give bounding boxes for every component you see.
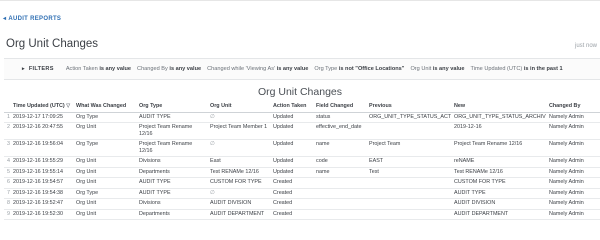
column-header-previous[interactable]: Previous <box>366 101 451 113</box>
table-row: 5 2019-12-16 19:55:14 Org Unit Departmen… <box>4 167 600 179</box>
filter-action-taken[interactable]: Action Taken is any value <box>66 66 131 72</box>
column-header-new[interactable]: New <box>451 101 546 113</box>
column-header-org-type[interactable]: Org Type <box>136 101 207 113</box>
filters-toggle-button[interactable]: ▸ FILTERS <box>4 66 66 72</box>
table-header-row: Time Updated (UTC) ▽ What Was Changed Or… <box>4 101 600 113</box>
caret-right-icon: ▸ <box>22 66 25 72</box>
filter-changed-while-viewing-as[interactable]: Changed while 'Viewing As' is any value <box>207 66 308 72</box>
filter-bar: ▸ FILTERS Action Taken is any value Chan… <box>4 58 600 80</box>
column-header-action-taken[interactable]: Action Taken <box>270 101 313 113</box>
table-row: 3 2019-12-16 19:56:04 Org Type Project T… <box>4 139 600 158</box>
report-title: Org Unit Changes <box>257 86 343 98</box>
filter-time-updated[interactable]: Time Updated (UTC) is in the past 1 <box>471 66 563 72</box>
filter-org-type[interactable]: Org Type is not "Office Locations" <box>314 66 404 72</box>
report-table: Time Updated (UTC) ▽ What Was Changed Or… <box>4 101 600 221</box>
page-title: Org Unit Changes <box>6 38 99 50</box>
table-row: 8 2019-12-16 19:52:47 Org Unit Divisions… <box>4 198 600 210</box>
column-header-what-was-changed[interactable]: What Was Changed <box>73 101 136 113</box>
table-row: 6 2019-12-16 19:54:57 Org Unit AUDIT TYP… <box>4 177 600 189</box>
column-header-time-updated[interactable]: Time Updated (UTC) ▽ <box>10 101 73 113</box>
table-row: 1 2019-12-17 17:09:25 Org Type AUDIT TYP… <box>4 112 600 124</box>
table-row: 4 2019-12-16 19:55:29 Org Unit Divisions… <box>4 156 600 168</box>
chevron-left-icon: ◂ <box>3 16 7 22</box>
table-row: 9 2019-12-16 19:52:30 Org Unit Departmen… <box>4 209 600 221</box>
top-divider <box>0 0 600 1</box>
report-table-container: Time Updated (UTC) ▽ What Was Changed Or… <box>4 101 600 221</box>
filter-changed-by[interactable]: Changed By is any value <box>137 66 201 72</box>
last-updated-text: just now <box>574 43 597 49</box>
column-header-org-unit[interactable]: Org Unit <box>207 101 270 113</box>
column-header-changed-by[interactable]: Changed By <box>546 101 600 113</box>
filter-org-unit[interactable]: Org Unit is any value <box>410 66 464 72</box>
back-link-label: AUDIT REPORTS <box>8 16 62 22</box>
table-row: 2 2019-12-16 20:47:55 Org Unit Project T… <box>4 122 600 141</box>
filters-toggle-label: FILTERS <box>28 66 54 72</box>
column-header-field-changed[interactable]: Field Changed <box>313 101 366 113</box>
sort-descending-icon: ▽ <box>66 103 71 109</box>
back-to-audit-reports-link[interactable]: ◂ AUDIT REPORTS <box>3 16 61 22</box>
table-row: 7 2019-12-16 19:54:38 Org Type AUDIT TYP… <box>4 188 600 200</box>
